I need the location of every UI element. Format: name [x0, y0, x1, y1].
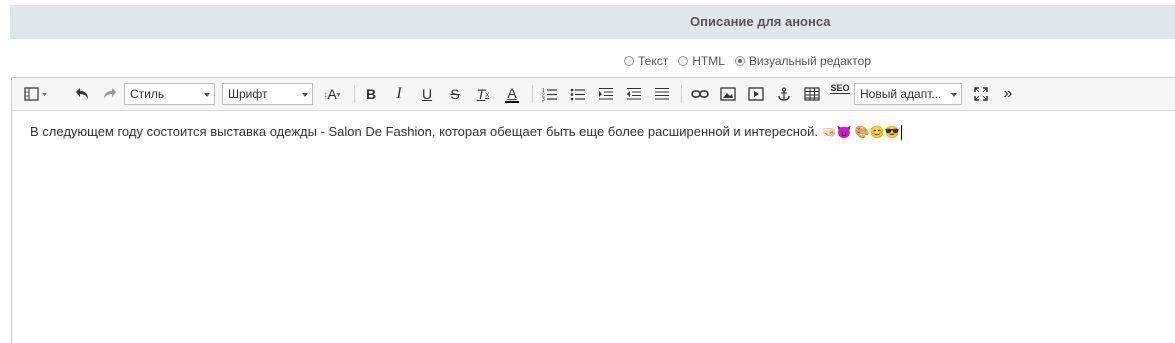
chevron-down-icon [204, 93, 210, 97]
indent-icon [627, 88, 641, 100]
redo-button[interactable] [100, 83, 120, 105]
seo-icon: SEO [830, 83, 850, 94]
remove-format-icon: T [476, 86, 486, 102]
chevron-down-icon [951, 93, 957, 97]
font-color-icon: A [507, 84, 517, 101]
justify-icon [655, 88, 669, 100]
editor-emojis: 🤜🏻😈 🎨😊😎 [821, 125, 900, 139]
video-icon [748, 87, 764, 101]
style-dropdown[interactable]: Стиль [124, 83, 215, 105]
video-button[interactable] [745, 83, 767, 105]
outdent-button[interactable] [596, 83, 616, 105]
remove-format-button[interactable]: Tx [474, 83, 492, 105]
table-icon [804, 87, 820, 101]
mode-text-radio[interactable] [624, 56, 634, 66]
font-size-label: A [327, 86, 337, 102]
undo-icon [76, 88, 88, 99]
outdent-icon [599, 88, 613, 100]
editor-toolbar: Стиль Шрифт ↕ A ▾ B I U S Tx A 1 2 3 SEO… [12, 78, 1175, 111]
anchor-button[interactable] [773, 83, 795, 105]
unordered-list-button[interactable] [568, 83, 588, 105]
link-button[interactable] [689, 83, 711, 105]
mode-visual-radio[interactable] [734, 56, 745, 66]
mode-html-label: HTML [692, 54, 725, 68]
editor-text: В следующем году состоится выставка одеж… [30, 124, 819, 139]
mode-visual-option[interactable]: Визуальный редактор [734, 54, 871, 68]
strikethrough-button[interactable]: S [446, 83, 464, 105]
fullscreen-button[interactable] [970, 83, 992, 105]
table-button[interactable] [801, 83, 823, 105]
mode-html-radio[interactable] [678, 56, 689, 66]
font-color-swatch [505, 100, 519, 103]
editor-mode-selector: Текст HTML Визуальный редактор [624, 54, 881, 68]
more-button[interactable]: » [998, 83, 1018, 105]
mode-html-option[interactable]: HTML [678, 54, 725, 68]
anchor-icon [778, 87, 790, 101]
svg-text:3: 3 [542, 97, 545, 101]
source-toggle-button[interactable] [22, 83, 50, 105]
toolbar-divider [532, 85, 533, 103]
redo-icon [104, 88, 116, 99]
bold-button[interactable]: B [362, 83, 380, 105]
unordered-list-icon [570, 88, 585, 101]
font-dropdown-value: Шрифт [228, 87, 268, 101]
toolbar-divider [354, 85, 355, 103]
remove-format-x-icon: x [485, 89, 490, 99]
underline-button[interactable]: U [418, 83, 436, 105]
strikethrough-icon: S [450, 86, 460, 102]
ordered-list-icon: 123 [542, 88, 557, 101]
more-icon: » [1003, 85, 1013, 102]
ordered-list-button[interactable]: 123 [540, 83, 560, 105]
bold-icon: B [365, 86, 377, 102]
toolbar-divider [681, 85, 682, 103]
adaptive-template-value: Новый адапт... [860, 87, 942, 101]
italic-icon: I [396, 85, 402, 102]
link-icon [691, 90, 709, 98]
style-dropdown-value: Стиль [130, 87, 165, 101]
section-title: Описание для анонса [690, 14, 831, 29]
justify-button[interactable] [652, 83, 672, 105]
text-caret [900, 125, 902, 141]
mode-visual-label: Визуальный редактор [748, 54, 871, 68]
font-color-button[interactable]: A [502, 83, 522, 105]
fullscreen-icon [974, 87, 988, 101]
font-dropdown[interactable]: Шрифт [222, 83, 313, 105]
seo-button[interactable]: SEO [828, 83, 852, 105]
image-icon [720, 87, 736, 101]
editor-content[interactable]: В следующем году состоится выставка одеж… [30, 124, 902, 141]
mode-text-label: Текст [638, 54, 669, 68]
image-button[interactable] [717, 83, 739, 105]
font-size-button[interactable]: ↕ A ▾ [318, 83, 346, 105]
chevron-down-icon: ▾ [336, 89, 341, 99]
source-icon [24, 87, 47, 101]
mode-text-option[interactable]: Текст [624, 54, 668, 68]
chevron-down-icon [302, 93, 308, 97]
undo-button[interactable] [72, 83, 92, 105]
underline-icon: U [421, 86, 433, 102]
italic-button[interactable]: I [390, 83, 408, 105]
section-header: Описание для анонса [10, 5, 1175, 39]
adaptive-template-dropdown[interactable]: Новый адапт... [854, 83, 962, 105]
visual-editor: Стиль Шрифт ↕ A ▾ B I U S Tx A 1 2 3 SEO… [11, 77, 1175, 343]
indent-button[interactable] [624, 83, 644, 105]
